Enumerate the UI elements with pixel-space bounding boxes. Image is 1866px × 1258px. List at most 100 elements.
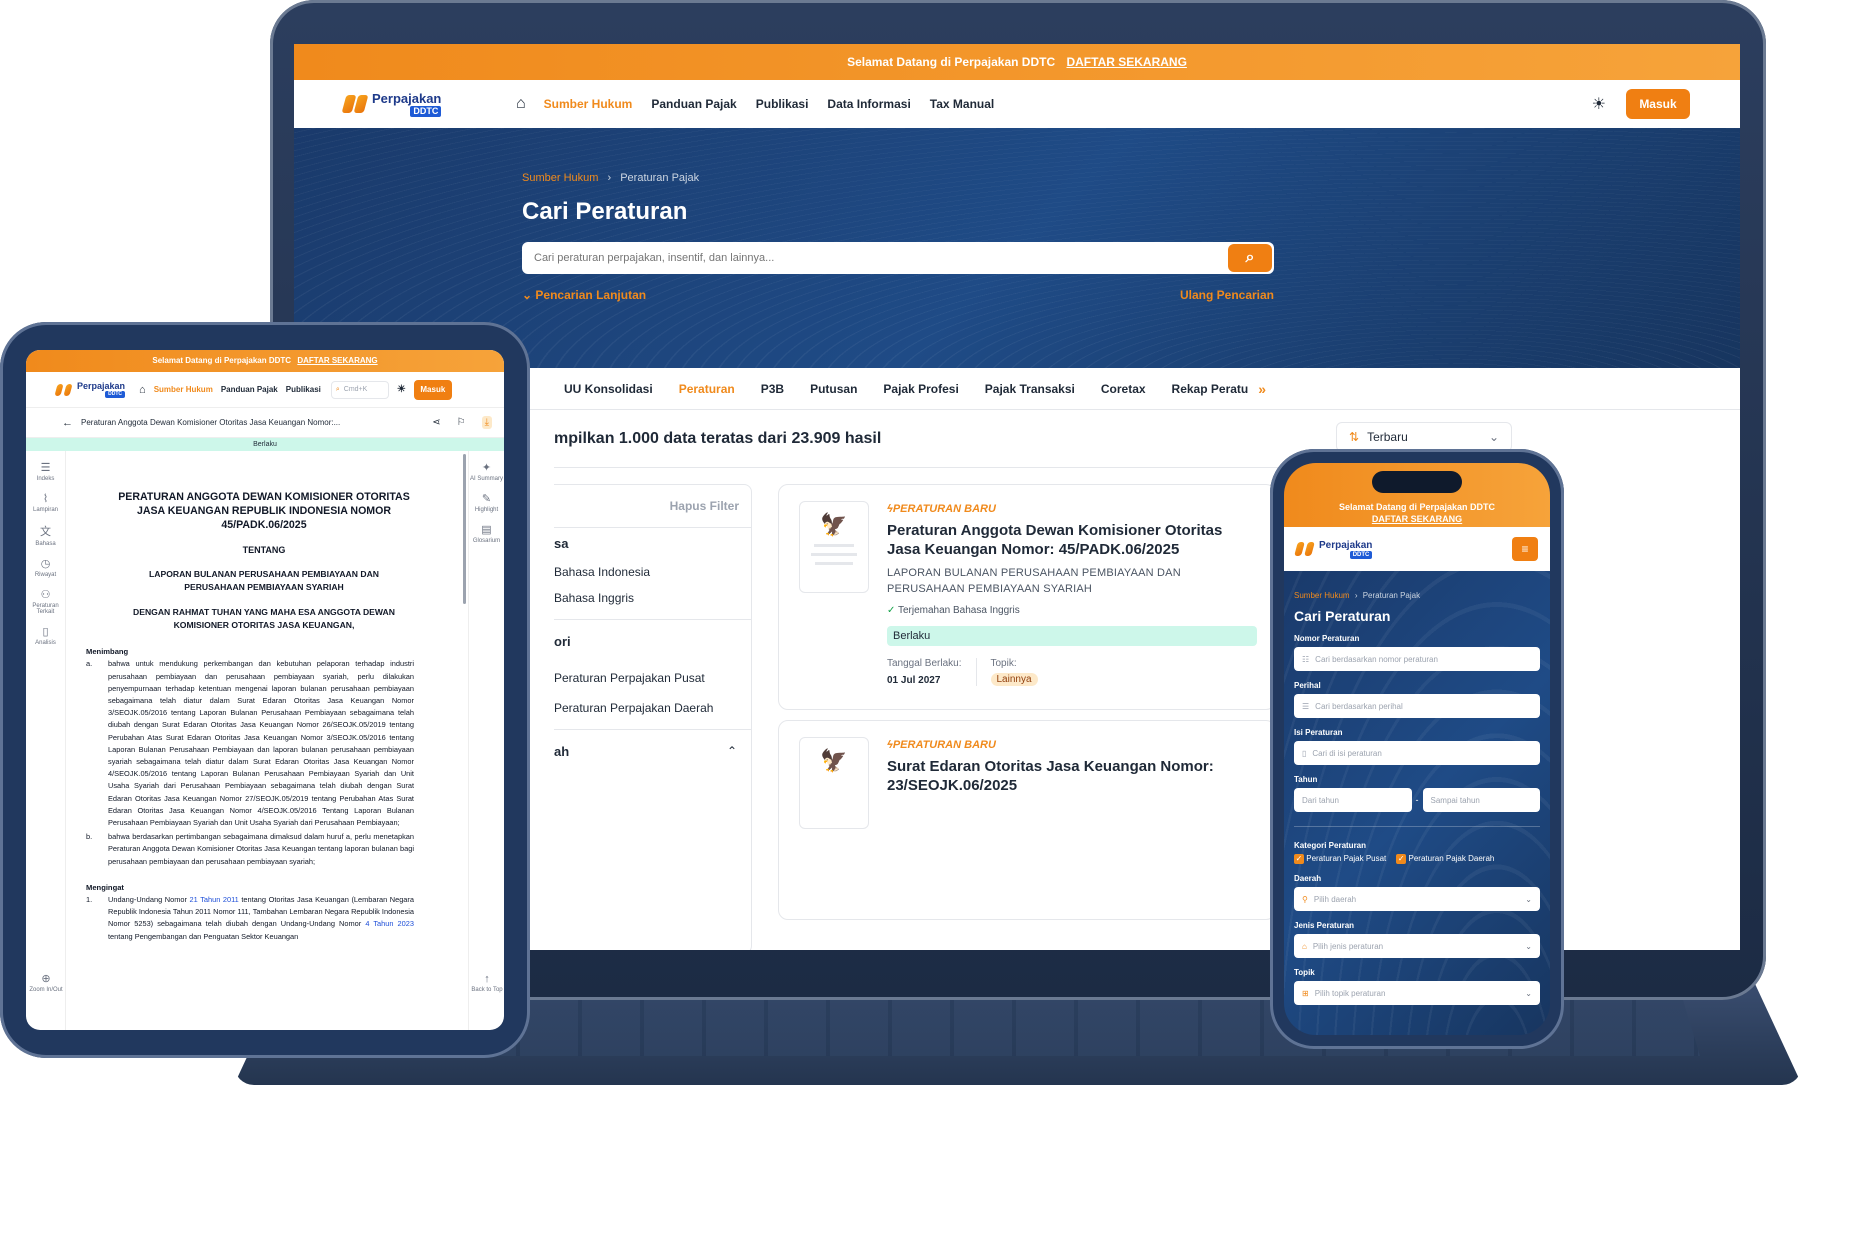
filter-group-region[interactable]: ah ⌃ bbox=[554, 729, 751, 759]
checkbox-icon: ✓ bbox=[1294, 854, 1304, 864]
tab-pajak-transaksi[interactable]: Pajak Transaksi bbox=[985, 382, 1075, 396]
tool-ai-summary[interactable]: ✦ AI Summary bbox=[469, 461, 504, 482]
clause-marker: b. bbox=[86, 832, 93, 842]
back-to-top[interactable]: ↑ Back to Top bbox=[469, 973, 504, 993]
search-bar: ⌕ bbox=[522, 242, 1274, 274]
nav-tax-manual[interactable]: Tax Manual bbox=[930, 97, 994, 111]
result-card[interactable]: 🦅 ϟPERATURAN BARU Surat Edaran Otoritas … bbox=[778, 720, 1276, 920]
theme-toggle-icon[interactable]: ☀ bbox=[397, 384, 406, 395]
tablet-screen: Selamat Datang di Perpajakan DDTC DAFTAR… bbox=[26, 350, 504, 1030]
brand-logo[interactable]: Perpajakan DDTC bbox=[54, 381, 126, 398]
breadcrumb-root[interactable]: Sumber Hukum bbox=[1294, 591, 1350, 600]
login-button[interactable]: Masuk bbox=[413, 379, 452, 400]
tab-rekap-peraturan[interactable]: Rekap Peratu bbox=[1172, 382, 1249, 396]
tool-lampiran[interactable]: ⌇ Lampiran bbox=[26, 492, 65, 513]
clause-text: Undang-Undang Nomor 21 Tahun 2011 tentan… bbox=[108, 894, 414, 943]
search-icon: ⌕ bbox=[335, 385, 340, 393]
clause-part: Undang-Undang Nomor bbox=[108, 895, 187, 905]
tab-peraturan[interactable]: Peraturan bbox=[679, 382, 735, 396]
tool-glosarium[interactable]: ▤ Glosarium bbox=[469, 523, 504, 544]
daerah-select[interactable]: ⚲ Pilih daerah ⌄ bbox=[1294, 887, 1540, 911]
checkbox-pusat[interactable]: ✓ Peraturan Pajak Pusat bbox=[1294, 854, 1386, 864]
chevron-double-right-icon[interactable]: » bbox=[1258, 381, 1266, 397]
reset-search-link[interactable]: Ulang Pencarian bbox=[1180, 288, 1274, 302]
home-icon[interactable]: ⌂ bbox=[139, 384, 146, 396]
topik-select[interactable]: ⊞ Pilih topik peraturan ⌄ bbox=[1294, 981, 1540, 1005]
sort-select[interactable]: ⇅ Terbaru ⌄ bbox=[1336, 422, 1512, 452]
register-link[interactable]: DAFTAR SEKARANG bbox=[297, 356, 377, 365]
search-shortcut[interactable]: ⌕ Cmd+K bbox=[330, 380, 389, 399]
isi-input[interactable]: ▯ Cari di isi peraturan bbox=[1294, 741, 1540, 765]
document-content: PERATURAN ANGGOTA DEWAN KOMISIONER OTORI… bbox=[86, 490, 414, 943]
tab-p3b[interactable]: P3B bbox=[761, 382, 784, 396]
topic-chip[interactable]: Lainnya bbox=[990, 673, 1038, 686]
tab-uu-konsolidasi[interactable]: UU Konsolidasi bbox=[564, 382, 653, 396]
tool-analisis[interactable]: ▯ Analisis bbox=[26, 625, 65, 646]
nomor-input[interactable]: ☷ Cari berdasarkan nomor peraturan bbox=[1294, 647, 1540, 671]
doc-clause-1: 1. Undang-Undang Nomor 21 Tahun 2011 ten… bbox=[86, 894, 414, 943]
bookmark-icon[interactable]: ⚐ bbox=[457, 417, 466, 428]
tool-bahasa[interactable]: 文 Bahasa bbox=[26, 523, 65, 547]
tool-highlight[interactable]: ✎ Highlight bbox=[469, 492, 504, 513]
tab-coretax[interactable]: Coretax bbox=[1101, 382, 1146, 396]
clear-filter-link[interactable]: Hapus Filter bbox=[554, 485, 751, 527]
nav-publikasi[interactable]: Publikasi bbox=[286, 385, 321, 394]
brand-logo[interactable]: Perpajakan DDTC bbox=[1294, 540, 1373, 559]
filter-option-english[interactable]: Bahasa Inggris bbox=[554, 591, 751, 605]
advanced-search-toggle[interactable]: ⌄ Pencarian Lanjutan bbox=[522, 288, 646, 302]
field-label: Topik bbox=[1294, 968, 1315, 977]
nav-sumber-hukum[interactable]: Sumber Hukum bbox=[154, 385, 213, 394]
tool-riwayat[interactable]: ◷ Riwayat bbox=[26, 557, 65, 578]
year-from-input[interactable]: Dari tahun bbox=[1294, 788, 1412, 812]
perihal-input[interactable]: ☰ Cari berdasarkan perihal bbox=[1294, 694, 1540, 718]
doc-clause-b: b. bahwa berdasarkan pertimbangan sebaga… bbox=[86, 831, 414, 868]
checkbox-daerah[interactable]: ✓ Peraturan Pajak Daerah bbox=[1396, 854, 1494, 864]
thumbnail-line bbox=[811, 553, 857, 556]
search-button[interactable]: ⌕ bbox=[1228, 244, 1272, 272]
brand-logo[interactable]: Perpajakan DDTC bbox=[341, 91, 516, 117]
tool-indeks[interactable]: ☰ Indeks bbox=[26, 461, 65, 482]
theme-toggle-icon[interactable]: ☀ bbox=[1592, 94, 1606, 114]
home-icon[interactable]: ⌂ bbox=[516, 95, 526, 113]
zoom-control[interactable]: ⊕ Zoom In/Out bbox=[26, 972, 66, 993]
filter-option-daerah[interactable]: Peraturan Perpajakan Daerah bbox=[554, 701, 751, 715]
search-icon: ⌕ bbox=[1245, 249, 1255, 266]
phone-device: Selamat Datang di Perpajakan DDTC DAFTAR… bbox=[1270, 449, 1564, 1049]
jenis-select[interactable]: ⌂ Pilih jenis peraturan ⌄ bbox=[1294, 934, 1540, 958]
select-placeholder: Pilih topik peraturan bbox=[1314, 988, 1386, 998]
nav-panduan-pajak[interactable]: Panduan Pajak bbox=[651, 97, 736, 111]
tab-pajak-profesi[interactable]: Pajak Profesi bbox=[883, 382, 958, 396]
search-input[interactable] bbox=[534, 252, 1228, 264]
nav-data-informasi[interactable]: Data Informasi bbox=[827, 97, 910, 111]
card-body: ϟPERATURAN BARU Peraturan Anggota Dewan … bbox=[887, 503, 1257, 686]
law-link[interactable]: 4 Tahun 2023 bbox=[365, 919, 414, 928]
logo-mark-icon bbox=[54, 383, 64, 396]
back-arrow-icon[interactable]: ← bbox=[62, 417, 73, 429]
card-title[interactable]: Surat Edaran Otoritas Jasa Keuangan Nomo… bbox=[887, 757, 1257, 795]
register-link[interactable]: DAFTAR SEKARANG bbox=[1066, 55, 1186, 69]
result-card[interactable]: 🦅 ϟPERATURAN BARU Peraturan Anggota Dewa… bbox=[778, 484, 1276, 710]
nav-publikasi[interactable]: Publikasi bbox=[756, 97, 809, 111]
tool-peraturan-terkait[interactable]: ⚇ Peraturan Terkait bbox=[26, 588, 65, 615]
tool-label: Indeks bbox=[36, 476, 55, 482]
breadcrumb-root[interactable]: Sumber Hukum bbox=[522, 172, 598, 184]
scrollbar-thumb[interactable] bbox=[463, 454, 466, 604]
year-to-input[interactable]: Sampai tahun bbox=[1422, 788, 1540, 812]
doc-title: Peraturan Anggota Dewan Komisioner Otori… bbox=[81, 418, 341, 427]
logo-sub: DDTC bbox=[105, 391, 126, 398]
chevron-down-icon: ⌄ bbox=[1525, 941, 1532, 951]
law-link[interactable]: 21 Tahun 2011 bbox=[190, 895, 239, 904]
card-title[interactable]: Peraturan Anggota Dewan Komisioner Otori… bbox=[887, 521, 1257, 559]
tab-putusan[interactable]: Putusan bbox=[810, 382, 857, 396]
year-range: Dari tahun - Sampai tahun bbox=[1294, 788, 1540, 812]
nav-panduan-pajak[interactable]: Panduan Pajak bbox=[221, 385, 278, 394]
nav-sumber-hukum[interactable]: Sumber Hukum bbox=[544, 97, 633, 111]
share-icon[interactable]: ⋖ bbox=[432, 417, 440, 428]
filter-option-indonesia[interactable]: Bahasa Indonesia bbox=[554, 565, 751, 579]
menu-button[interactable]: ≡ bbox=[1512, 537, 1538, 561]
login-button[interactable]: Masuk bbox=[1626, 89, 1690, 119]
download-icon[interactable]: ⤓ bbox=[481, 416, 492, 429]
register-link[interactable]: DAFTAR SEKARANG bbox=[1372, 514, 1462, 524]
tool-label: Analisis bbox=[35, 640, 56, 646]
filter-option-pusat[interactable]: Peraturan Perpajakan Pusat bbox=[554, 671, 751, 685]
